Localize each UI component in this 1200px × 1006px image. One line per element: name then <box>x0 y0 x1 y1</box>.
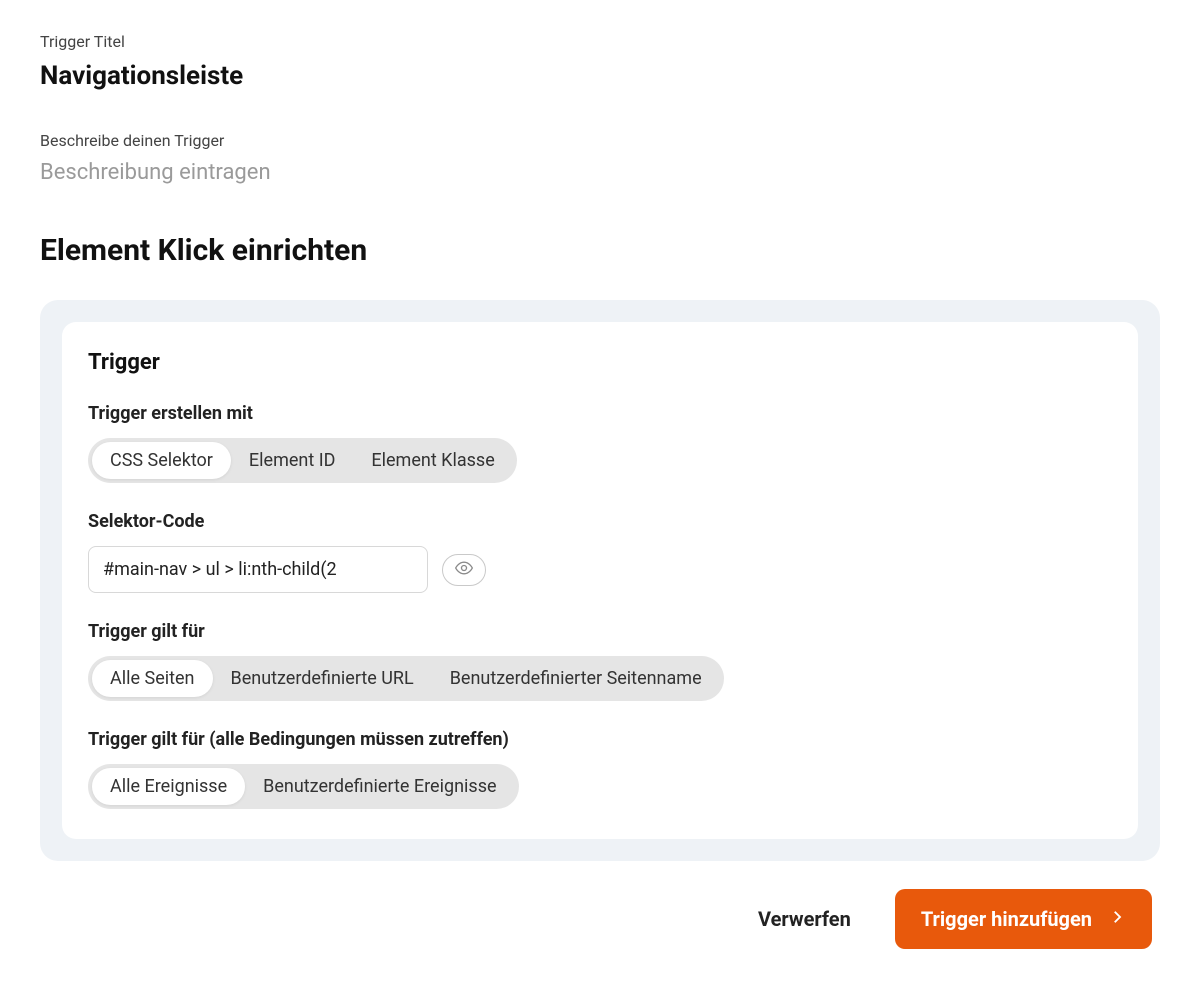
applies-events-label: Trigger gilt für (alle Bedingungen müsse… <box>88 729 1112 750</box>
card-heading: Trigger <box>88 350 1112 375</box>
trigger-description-input[interactable]: Beschreibung eintragen <box>40 160 1160 185</box>
footer-actions: Verwerfen Trigger hinzufügen <box>40 889 1160 949</box>
applies-events-segmented: Alle Ereignisse Benutzerdefinierte Ereig… <box>88 764 519 809</box>
trigger-title-value[interactable]: Navigationsleiste <box>40 61 1160 91</box>
trigger-description-section: Beschreibe deinen Trigger Beschreibung e… <box>40 131 1160 185</box>
applies-pages-label: Trigger gilt für <box>88 621 1112 642</box>
applies-pages-segmented: Alle Seiten Benutzerdefinierte URL Benut… <box>88 656 724 701</box>
segment-all-events[interactable]: Alle Ereignisse <box>92 768 245 805</box>
trigger-card: Trigger Trigger erstellen mit CSS Selekt… <box>40 300 1160 861</box>
segment-custom-pagename[interactable]: Benutzerdefinierter Seitenname <box>432 660 720 697</box>
trigger-title-section: Trigger Titel Navigationsleiste <box>40 32 1160 91</box>
preview-button[interactable] <box>442 554 486 586</box>
segment-custom-events[interactable]: Benutzerdefinierte Ereignisse <box>245 768 514 805</box>
trigger-description-label: Beschreibe deinen Trigger <box>40 131 1160 150</box>
segment-all-pages[interactable]: Alle Seiten <box>92 660 213 697</box>
discard-button[interactable]: Verwerfen <box>758 907 851 931</box>
segment-custom-url[interactable]: Benutzerdefinierte URL <box>213 660 432 697</box>
section-heading: Element Klick einrichten <box>40 233 1160 268</box>
segment-css-selector[interactable]: CSS Selektor <box>92 442 231 479</box>
create-with-segmented: CSS Selektor Element ID Element Klasse <box>88 438 517 483</box>
segment-element-class[interactable]: Element Klasse <box>353 442 512 479</box>
selector-code-input[interactable] <box>88 546 428 593</box>
trigger-card-inner: Trigger Trigger erstellen mit CSS Selekt… <box>62 322 1138 839</box>
chevron-right-icon <box>1108 907 1126 931</box>
eye-icon <box>454 558 474 581</box>
selector-code-row <box>88 546 1112 593</box>
segment-element-id[interactable]: Element ID <box>231 442 353 479</box>
submit-button[interactable]: Trigger hinzufügen <box>895 889 1152 949</box>
create-with-label: Trigger erstellen mit <box>88 403 1112 424</box>
submit-button-label: Trigger hinzufügen <box>921 907 1092 931</box>
trigger-title-label: Trigger Titel <box>40 32 1160 51</box>
selector-code-label: Selektor-Code <box>88 511 1112 532</box>
